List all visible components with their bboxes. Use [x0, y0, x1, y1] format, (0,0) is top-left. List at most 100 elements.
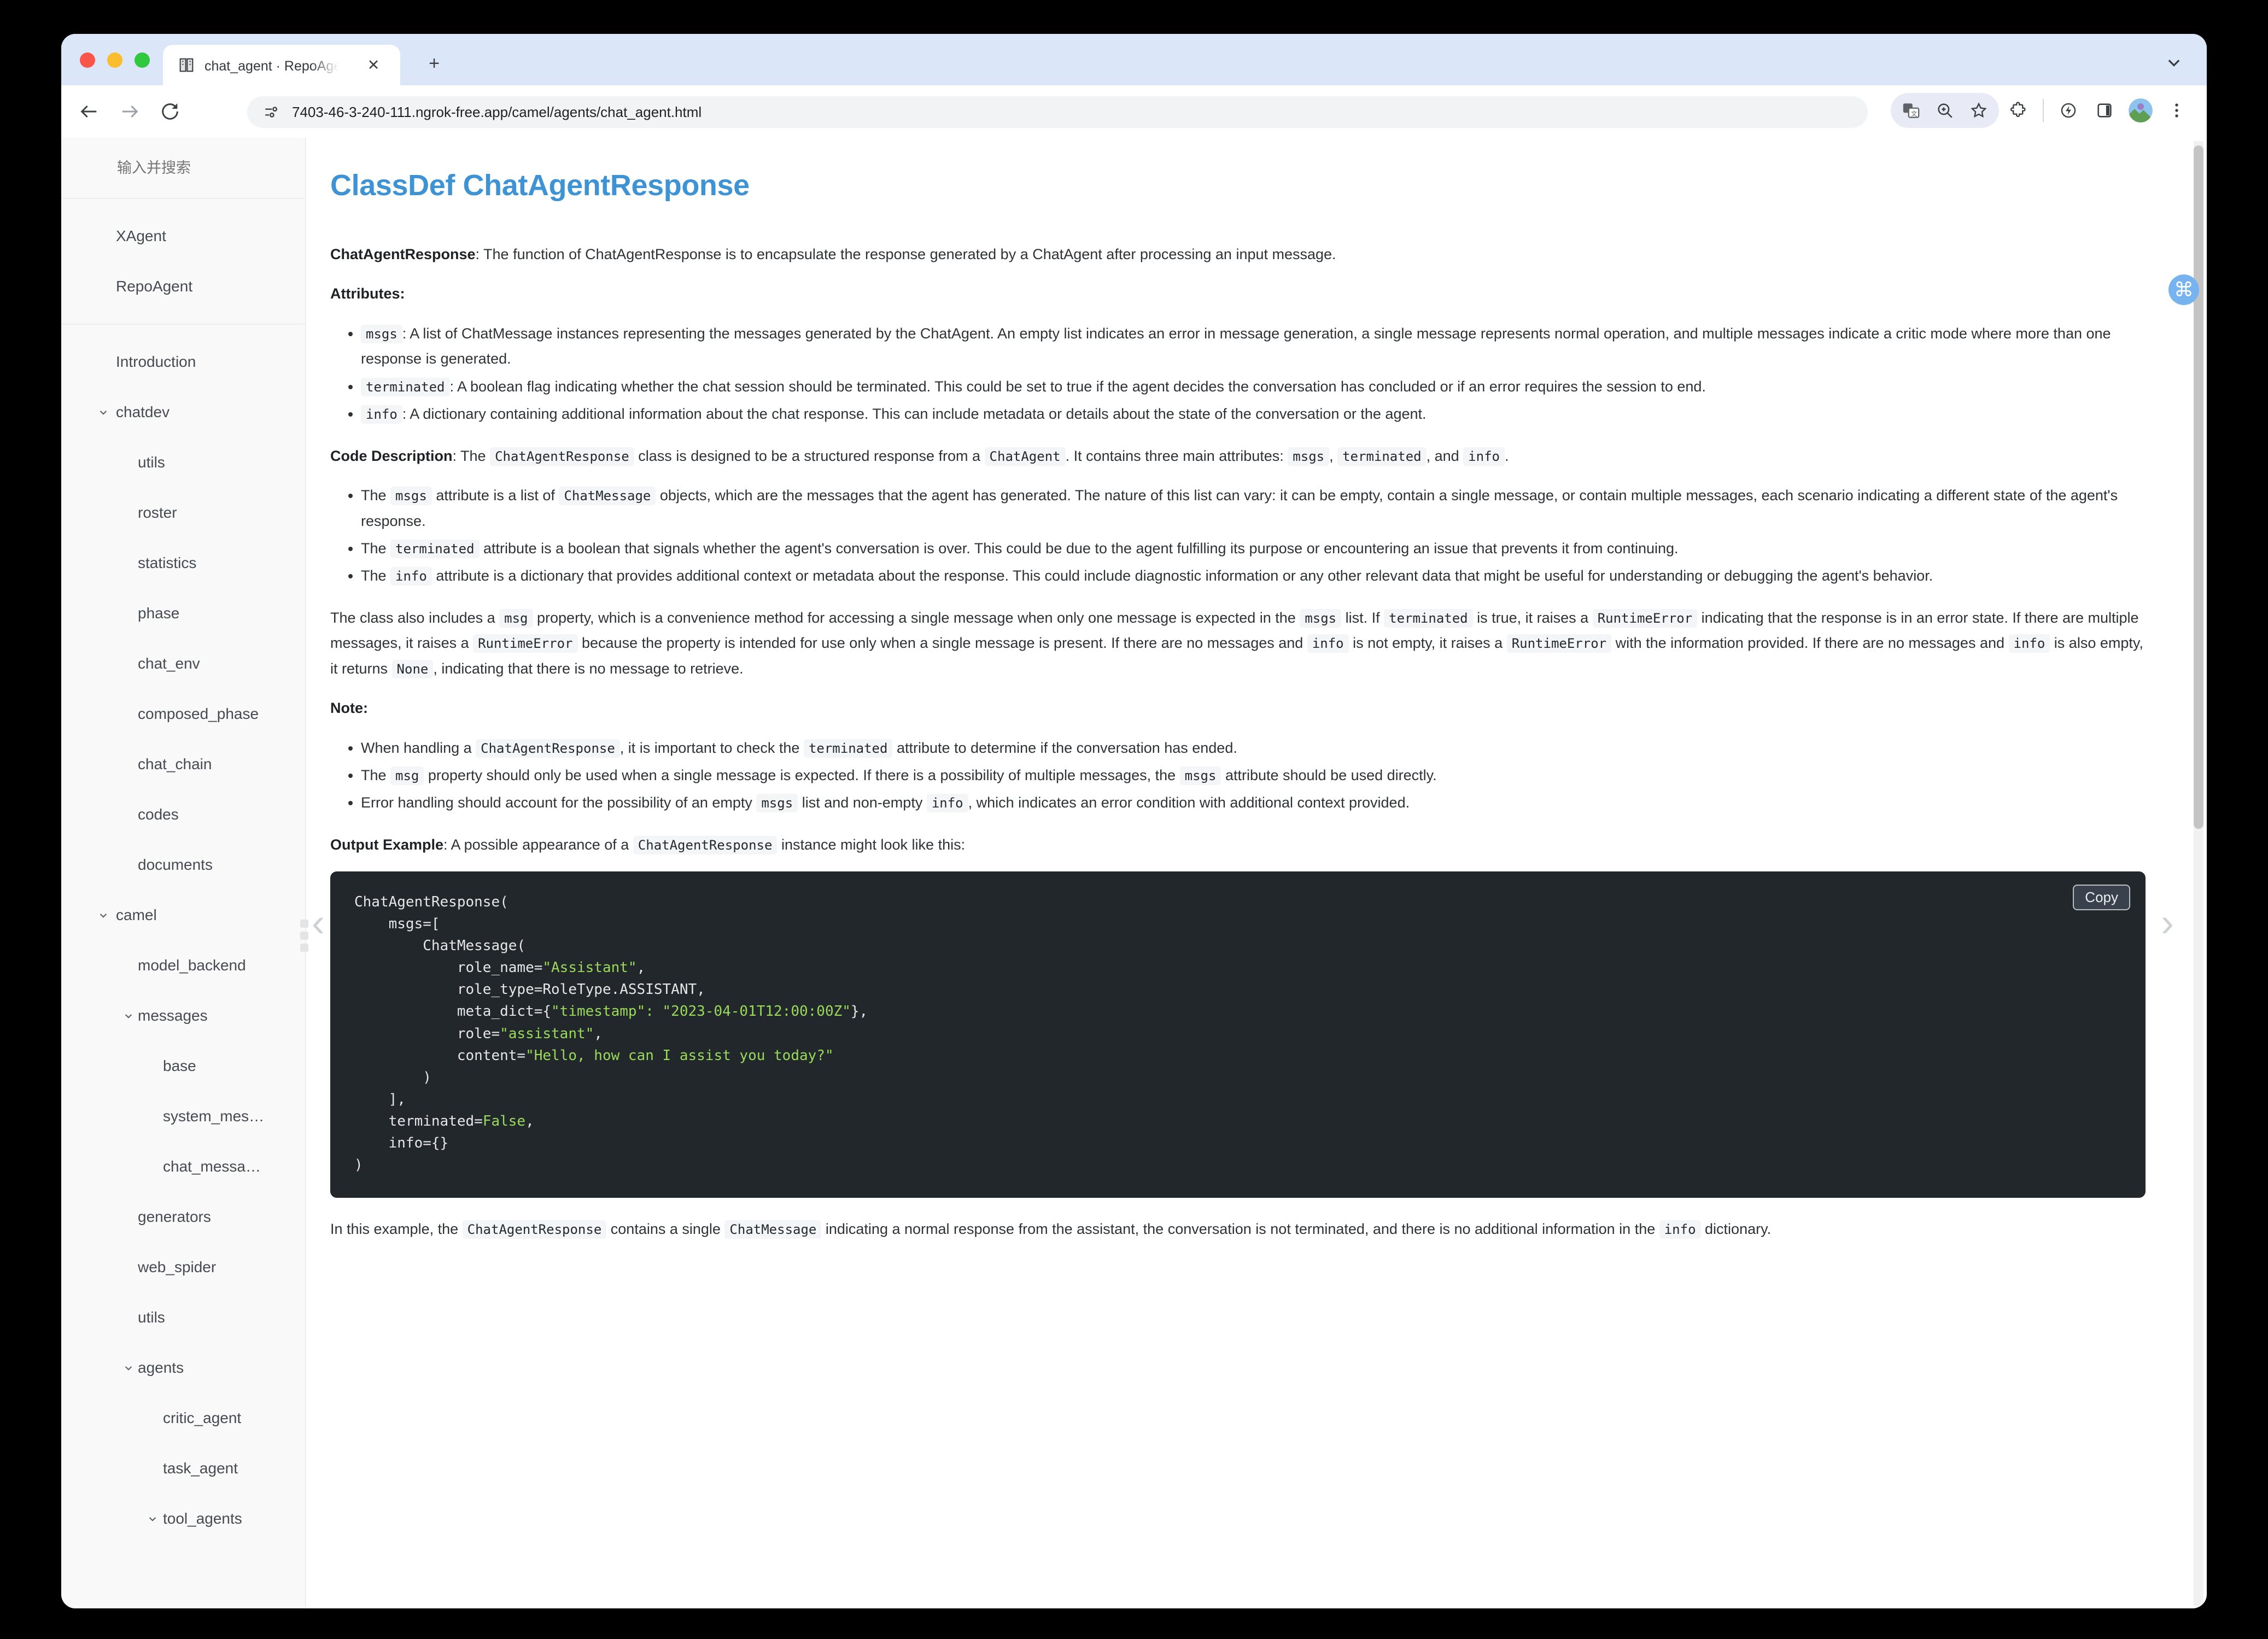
- sidebar-search[interactable]: [61, 138, 305, 199]
- text-fragment: with the information provided. If there …: [1611, 635, 2009, 652]
- intro-bold: ChatAgentResponse: [330, 246, 476, 262]
- sidebar-item-generators[interactable]: generators: [61, 1192, 305, 1242]
- minimize-window-button[interactable]: [107, 52, 122, 68]
- sidebar-item-introduction[interactable]: Introduction: [61, 337, 305, 387]
- text-fragment: attribute should be used directly.: [1221, 767, 1437, 783]
- close-icon[interactable]: ✕: [365, 57, 382, 73]
- inline-code: ChatAgentResponse: [490, 447, 634, 466]
- sidebar-item-chat_messa[interactable]: chat_messa…: [61, 1142, 305, 1192]
- text-fragment: .: [1504, 447, 1509, 464]
- closing-paragraph: In this example, the ChatAgentResponse c…: [330, 1216, 2146, 1242]
- window-controls: [80, 52, 150, 68]
- sidebar-item-model_backend[interactable]: model_backend: [61, 940, 305, 991]
- sidebar-item-xagent[interactable]: XAgent: [61, 211, 305, 261]
- sidebar-item-task_agent[interactable]: task_agent: [61, 1443, 305, 1494]
- document-content: ClassDef ChatAgentResponse ChatAgentResp…: [306, 138, 2207, 1608]
- sidebar-item-base[interactable]: base: [61, 1041, 305, 1091]
- chevron-down-icon[interactable]: [120, 1360, 137, 1376]
- sidebar-item-label: chat_chain: [138, 756, 212, 772]
- inline-code: ChatAgentResponse: [633, 835, 778, 854]
- tab-strip: chat_agent · RepoAgent所生 ✕ +: [61, 34, 2207, 85]
- text-fragment: : The: [452, 447, 490, 464]
- svg-text:文: 文: [1911, 110, 1917, 118]
- sidebar-item-chat_env[interactable]: chat_env: [61, 639, 305, 689]
- sidebar-item-composed_phase[interactable]: composed_phase: [61, 689, 305, 739]
- close-window-button[interactable]: [80, 52, 95, 68]
- attributes-list: msgs: A list of ChatMessage instances re…: [330, 321, 2146, 427]
- bookmark-star-icon[interactable]: [1962, 93, 1996, 127]
- inline-code: msgs: [361, 324, 402, 343]
- text-fragment: indicating a normal response from the as…: [821, 1220, 1659, 1237]
- sidebar-item-label: RepoAgent: [116, 278, 193, 295]
- chevron-down-icon[interactable]: [2162, 50, 2186, 74]
- new-tab-button[interactable]: +: [422, 51, 446, 75]
- profile-avatar[interactable]: [2124, 93, 2158, 127]
- zoom-icon[interactable]: [1928, 93, 1962, 127]
- sidebar-group-projects: XAgent RepoAgent: [61, 199, 305, 325]
- intro-text: : The function of ChatAgentResponse is t…: [475, 246, 1336, 262]
- side-panel-icon[interactable]: [2088, 93, 2121, 127]
- prev-page-arrow[interactable]: ‹: [312, 903, 325, 943]
- sidebar-item-critic_agent[interactable]: critic_agent: [61, 1393, 305, 1443]
- arrow-right-icon[interactable]: [115, 97, 144, 126]
- inline-code: msgs: [390, 487, 432, 506]
- sidebar-item-label: camel: [116, 906, 157, 923]
- sidebar-item-label: chat_env: [138, 655, 200, 672]
- sidebar-item-phase[interactable]: phase: [61, 588, 305, 639]
- browser-tab[interactable]: chat_agent · RepoAgent所生 ✕: [163, 45, 400, 85]
- command-badge-icon[interactable]: ⌘: [2168, 274, 2199, 305]
- next-page-arrow[interactable]: ›: [2161, 903, 2174, 943]
- sidebar-item-messages[interactable]: messages: [61, 991, 305, 1041]
- note-bullets: When handling a ChatAgentResponse, it is…: [330, 735, 2146, 816]
- description-bullets: The msgs attribute is a list of ChatMess…: [330, 483, 2146, 589]
- maximize-window-button[interactable]: [135, 52, 150, 68]
- sidebar-item-documents[interactable]: documents: [61, 840, 305, 890]
- inline-code: info: [361, 405, 402, 424]
- sidebar-item-chat_chain[interactable]: chat_chain: [61, 739, 305, 789]
- text-fragment: Error handling should account for the po…: [361, 794, 757, 811]
- list-item: The msg property should only be used whe…: [361, 763, 2146, 788]
- sidebar-item-camel[interactable]: camel: [61, 890, 305, 940]
- reload-icon[interactable]: [155, 97, 185, 126]
- sidebar-item-roster[interactable]: roster: [61, 488, 305, 538]
- sidebar-item-agents[interactable]: agents: [61, 1343, 305, 1393]
- sidebar-item-web_spider[interactable]: web_spider: [61, 1242, 305, 1292]
- sidebar-item-codes[interactable]: codes: [61, 789, 305, 840]
- translate-icon[interactable]: 文: [1894, 93, 1928, 127]
- extensions-icon[interactable]: [2001, 93, 2035, 127]
- sidebar-item-statistics[interactable]: statistics: [61, 538, 305, 588]
- chevron-down-icon[interactable]: [95, 404, 112, 420]
- text-fragment: contains a single: [606, 1220, 725, 1237]
- inline-code: None: [391, 659, 434, 678]
- inline-code: info: [2008, 634, 2050, 653]
- text-fragment: , indicating that there is no message to…: [433, 660, 744, 677]
- site-settings-icon[interactable]: [262, 103, 280, 121]
- page-scrollbar-thumb[interactable]: [2194, 145, 2203, 829]
- inline-code: ChatAgentResponse: [462, 1220, 607, 1239]
- search-input[interactable]: [116, 159, 282, 177]
- inline-code: RuntimeError: [1592, 608, 1698, 628]
- performance-icon[interactable]: [2051, 93, 2085, 127]
- text-fragment: The: [361, 567, 391, 584]
- text-fragment: In this example, the: [330, 1220, 463, 1237]
- sidebar-item-repoagent[interactable]: RepoAgent: [61, 261, 305, 312]
- sidebar-item-system_mes[interactable]: system_mes…: [61, 1091, 305, 1142]
- sidebar-item-utils[interactable]: utils: [61, 437, 305, 488]
- chevron-down-icon[interactable]: [144, 1511, 161, 1527]
- arrow-left-icon[interactable]: [74, 97, 104, 126]
- sidebar-item-tool_agents[interactable]: tool_agents: [61, 1494, 305, 1544]
- text-fragment: attribute is a dictionary that provides …: [431, 567, 1933, 584]
- chevron-down-icon[interactable]: [95, 907, 112, 923]
- sidebar-item-label: phase: [138, 605, 180, 622]
- book-icon: [177, 56, 196, 74]
- list-item: Error handling should account for the po…: [361, 790, 2146, 815]
- text-fragment: property should only be used when a sing…: [424, 767, 1180, 783]
- sidebar-item-utils[interactable]: utils: [61, 1292, 305, 1343]
- sidebar-item-label: utils: [138, 454, 165, 471]
- more-menu-icon[interactable]: [2160, 93, 2194, 127]
- chevron-down-icon[interactable]: [120, 1008, 137, 1024]
- address-bar[interactable]: 7403-46-3-240-111.ngrok-free.app/camel/a…: [247, 96, 1868, 128]
- inline-code: info: [1463, 447, 1505, 466]
- copy-button[interactable]: Copy: [2073, 885, 2130, 911]
- sidebar-item-chatdev[interactable]: chatdev: [61, 387, 305, 437]
